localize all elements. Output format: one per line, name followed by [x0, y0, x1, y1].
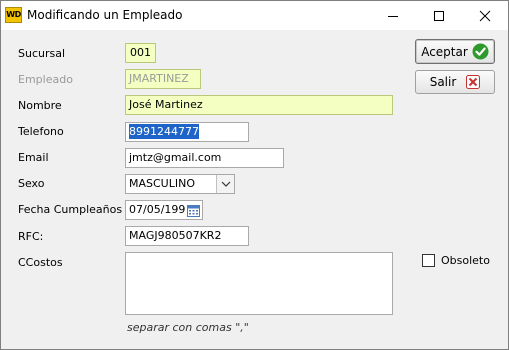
- sucursal-field[interactable]: 001: [125, 43, 156, 63]
- window-title: Modificando un Empleado: [27, 8, 183, 22]
- dialog-window: WD Modificando un Empleado Sucursal 001 …: [0, 0, 509, 350]
- sucursal-label: Sucursal: [18, 47, 66, 60]
- maximize-icon: [434, 10, 444, 21]
- ccostos-textarea[interactable]: [125, 252, 393, 315]
- close-button[interactable]: [462, 1, 508, 30]
- checkmark-icon: [472, 43, 489, 60]
- calendar-icon: [187, 204, 200, 217]
- form-body: Sucursal 001 Empleado JMARTINEZ Nombre J…: [1, 30, 508, 349]
- exit-button-label: Salir: [429, 75, 457, 89]
- telefono-selected-text: 8991244777: [129, 124, 199, 139]
- email-field[interactable]: jmtz@gmail.com: [125, 148, 284, 168]
- chevron-down-icon: [221, 181, 230, 187]
- accept-button[interactable]: Aceptar: [415, 39, 495, 64]
- sexo-select[interactable]: MASCULINO: [125, 174, 235, 194]
- telefono-label: Telefono: [18, 125, 64, 138]
- sexo-dropdown-button[interactable]: [216, 175, 234, 193]
- fecha-field[interactable]: 07/05/1998: [125, 200, 203, 220]
- ccostos-label: CCostos: [18, 256, 63, 269]
- empleado-field: JMARTINEZ: [125, 69, 201, 89]
- exit-button[interactable]: Salir: [415, 70, 495, 94]
- rfc-label: RFC:: [18, 230, 44, 243]
- calendar-button[interactable]: [186, 202, 201, 218]
- rfc-field[interactable]: MAGJ980507KR2: [125, 226, 249, 246]
- title-bar: WD Modificando un Empleado: [1, 1, 508, 30]
- fecha-label: Fecha Cumpleaños: [18, 203, 123, 216]
- ccostos-hint: separar con comas ",": [127, 321, 249, 334]
- obsoleto-label: Obsoleto: [441, 254, 490, 267]
- accept-button-label: Aceptar: [421, 44, 468, 59]
- obsoleto-checkbox[interactable]: [422, 254, 435, 267]
- minimize-button[interactable]: [370, 1, 416, 30]
- app-icon: WD: [5, 7, 22, 23]
- empleado-label: Empleado: [18, 73, 73, 86]
- nombre-label: Nombre: [18, 99, 62, 112]
- exit-icon: [466, 75, 481, 89]
- maximize-button[interactable]: [416, 1, 462, 30]
- fecha-value: 07/05/1998: [129, 203, 193, 216]
- minimize-icon: [388, 15, 398, 17]
- nombre-field[interactable]: José Martinez: [125, 95, 393, 115]
- telefono-field[interactable]: 8991244777: [125, 122, 249, 142]
- close-icon: [479, 10, 491, 21]
- sexo-selected-value: MASCULINO: [129, 177, 195, 190]
- sexo-label: Sexo: [18, 177, 45, 190]
- email-label: Email: [18, 151, 49, 164]
